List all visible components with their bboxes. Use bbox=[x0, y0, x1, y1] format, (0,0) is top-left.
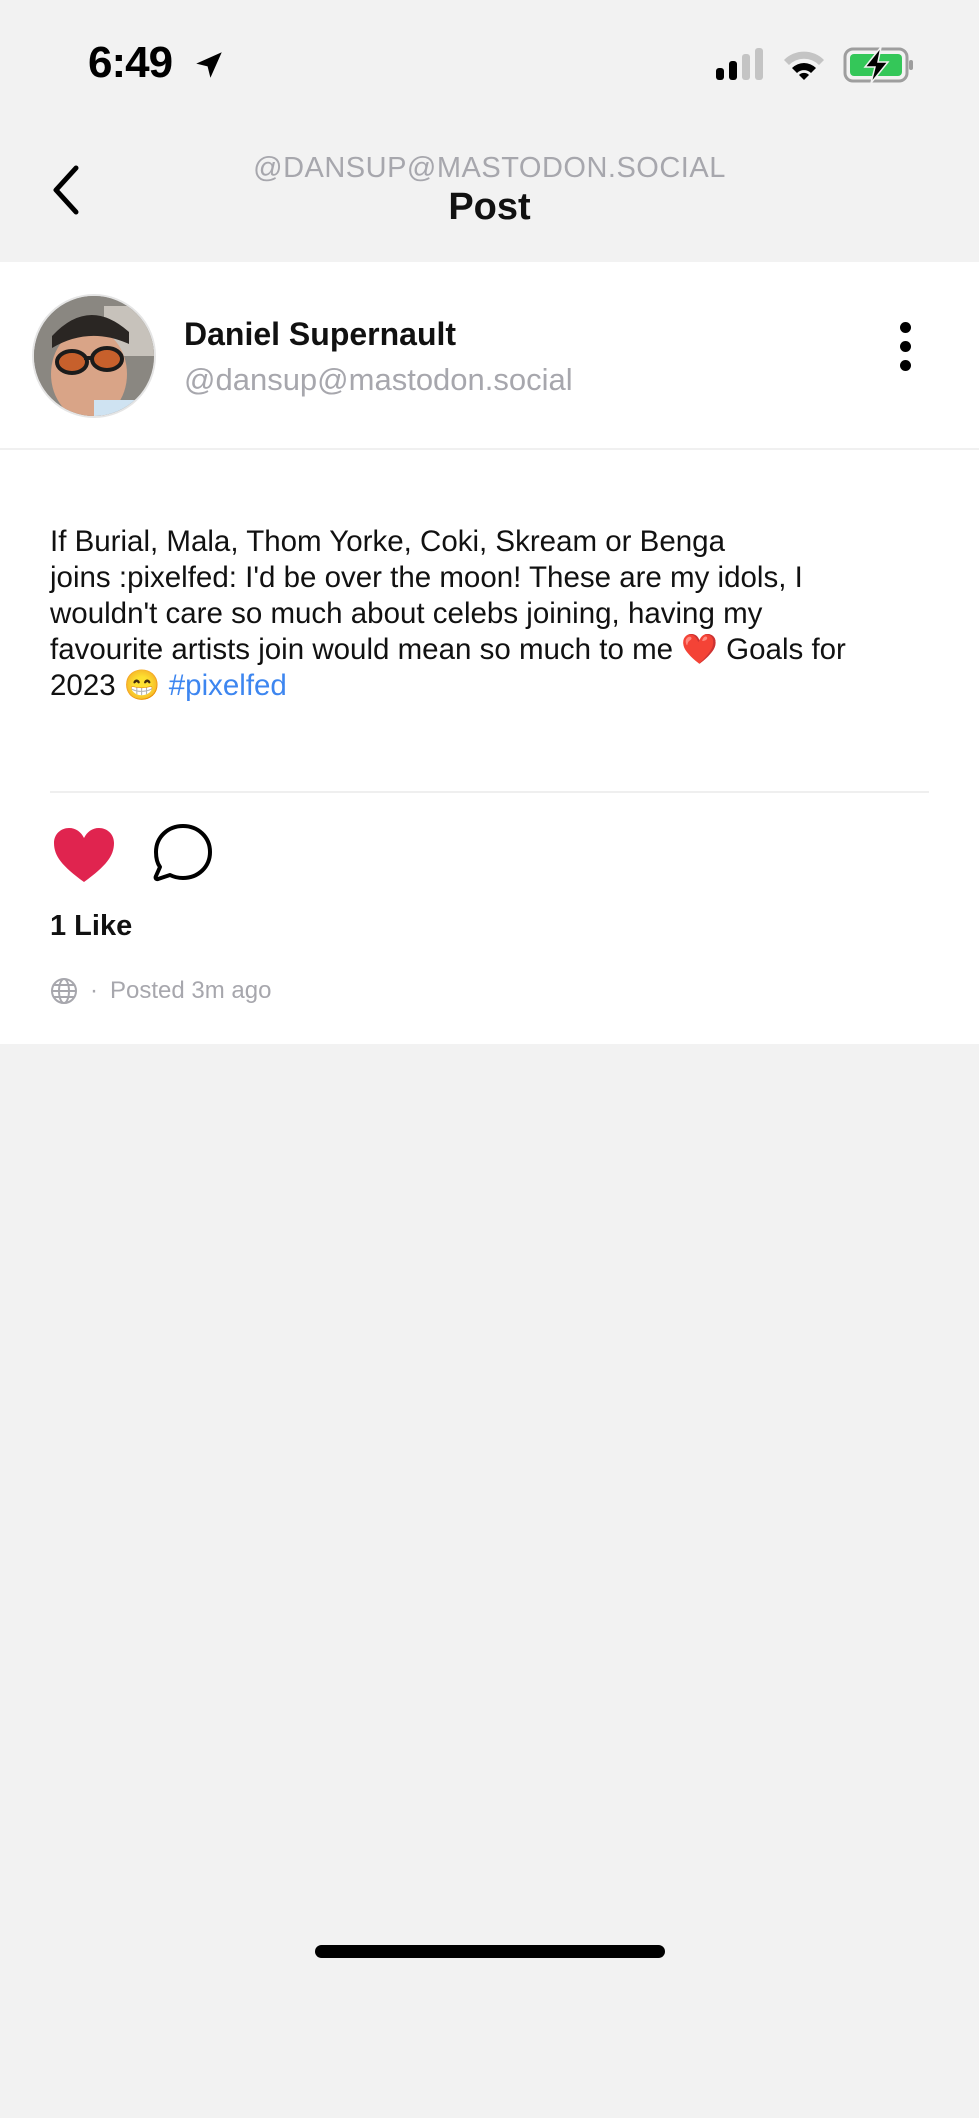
cellular-signal-icon bbox=[716, 48, 763, 80]
status-time: 6:49 bbox=[88, 38, 173, 87]
post-meta: · Posted 3m ago bbox=[50, 977, 271, 1005]
content-line: If Burial, Mala, Thom Yorke, Coki, Skrea… bbox=[50, 525, 725, 558]
author-handle[interactable]: @dansup@mastodon.social bbox=[184, 362, 573, 398]
heart-filled-icon bbox=[54, 828, 114, 882]
page-title: Post bbox=[448, 186, 531, 228]
more-options-button[interactable] bbox=[888, 322, 922, 382]
content-line-last: 2023 😁 #pixelfed bbox=[50, 668, 930, 704]
ellipsis-dot bbox=[899, 341, 911, 352]
home-indicator[interactable] bbox=[315, 1945, 665, 1958]
post-content: If Burial, Mala, Thom Yorke, Coki, Skrea… bbox=[50, 524, 930, 704]
content-line: wouldn't care so much about celebs joini… bbox=[50, 597, 763, 630]
author-display-name[interactable]: Daniel Supernault bbox=[184, 316, 456, 353]
comment-bubble-icon bbox=[153, 824, 212, 882]
content-line: favourite artists join would mean so muc… bbox=[50, 633, 846, 666]
posted-time: Posted 3m ago bbox=[110, 977, 272, 1004]
likes-count[interactable]: 1 Like bbox=[50, 910, 132, 943]
avatar[interactable] bbox=[32, 294, 156, 418]
avatar-photo bbox=[34, 296, 154, 416]
comment-button[interactable] bbox=[152, 822, 214, 884]
navigation-bar: @DANSUP@MASTODON.SOCIAL Post bbox=[0, 130, 979, 262]
like-button[interactable] bbox=[52, 826, 116, 884]
nav-subtitle: @DANSUP@MASTODON.SOCIAL bbox=[253, 152, 726, 184]
status-bar: 6:49 bbox=[0, 0, 979, 130]
wifi-icon bbox=[784, 51, 824, 80]
hashtag-link[interactable]: #pixelfed bbox=[169, 669, 287, 702]
content-text: 2023 😁 bbox=[50, 669, 169, 702]
divider bbox=[50, 791, 929, 793]
post-card: Daniel Supernault @dansup@mastodon.socia… bbox=[0, 262, 979, 1044]
vertical-ellipsis-icon bbox=[899, 322, 911, 333]
ellipsis-dot bbox=[899, 360, 911, 371]
post-header: Daniel Supernault @dansup@mastodon.socia… bbox=[0, 262, 979, 450]
battery-charging-icon bbox=[843, 46, 913, 84]
meta-separator: · bbox=[90, 977, 98, 1004]
location-arrow-icon bbox=[196, 52, 222, 78]
content-line: joins :pixelfed: I'd be over the moon! T… bbox=[50, 561, 803, 594]
globe-icon bbox=[51, 978, 77, 1004]
